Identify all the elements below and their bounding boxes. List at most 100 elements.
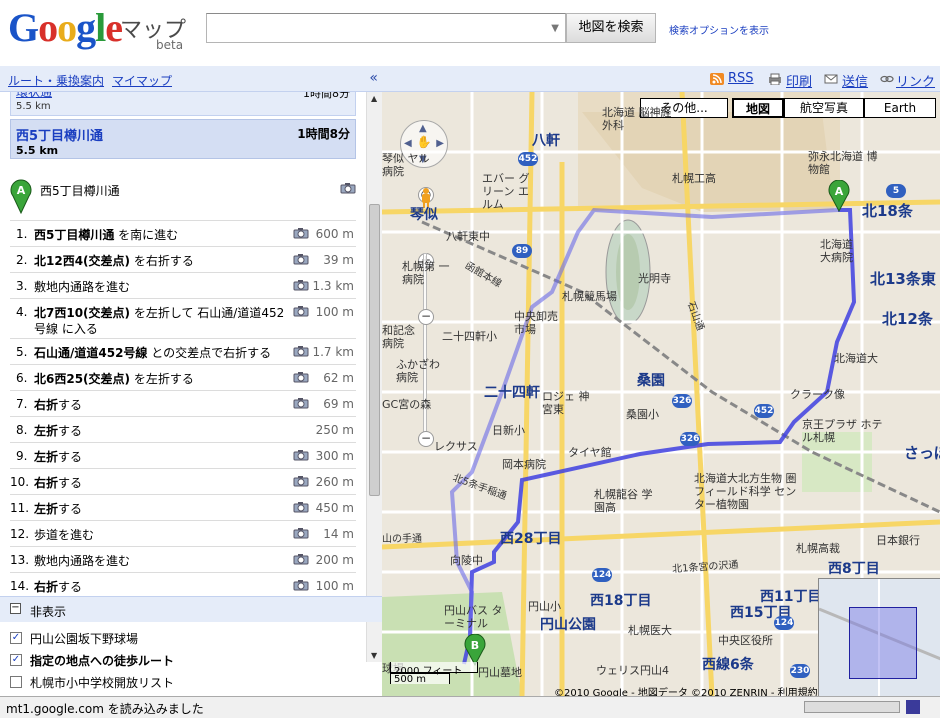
direction-step[interactable]: 7. 右折する 69 m: [10, 390, 356, 416]
step-text-rest: を右折する: [130, 254, 194, 268]
scrollbar[interactable]: ▲ ▼: [366, 92, 382, 662]
direction-step[interactable]: 5. 石山通/道道452号線 との交差点で右折する 1.7 km: [10, 338, 356, 364]
map-label-nijuyonken: 二十四軒: [484, 385, 540, 401]
pan-up-icon[interactable]: ▲: [419, 123, 427, 134]
layer-checkbox[interactable]: ✓: [10, 632, 22, 644]
security-icon: [906, 700, 920, 714]
overview-viewport[interactable]: [849, 607, 917, 679]
rss-link[interactable]: RSS: [728, 71, 754, 86]
map-label-clark: クラーク像: [790, 388, 845, 401]
direction-step[interactable]: 10. 右折する 260 m: [10, 468, 356, 494]
direction-step[interactable]: 8. 左折する 250 m: [10, 416, 356, 442]
tab-my-maps[interactable]: マイマップ: [112, 72, 172, 89]
hidden-section-header[interactable]: − 非表示: [0, 596, 382, 622]
camera-icon[interactable]: [293, 449, 309, 461]
map-label-hokudai: 北海道大: [834, 352, 878, 365]
rss-icon: [710, 73, 724, 85]
route-shield: 124: [774, 616, 794, 630]
step-text-bold: 北6西25(交差点): [34, 372, 131, 386]
pan-left-icon[interactable]: ◀: [404, 138, 412, 149]
scroll-down-icon[interactable]: ▼: [371, 651, 377, 660]
collapse-panel-button[interactable]: «: [369, 70, 378, 86]
link-link[interactable]: リンク: [896, 71, 935, 90]
scrollbar-thumb[interactable]: [369, 204, 380, 496]
camera-icon[interactable]: [293, 579, 309, 591]
camera-icon[interactable]: [293, 371, 309, 383]
map-label-sapporo-kogyo: 札幌工高: [672, 172, 716, 185]
camera-icon[interactable]: [293, 553, 309, 565]
camera-icon[interactable]: [293, 227, 309, 239]
route-alternative-2-selected[interactable]: 西5丁目樽川通 1時間8分 5.5 km: [10, 119, 356, 159]
direction-step[interactable]: 9. 左折する 300 m: [10, 442, 356, 468]
scroll-up-icon[interactable]: ▲: [371, 94, 377, 103]
map-type-earth-button[interactable]: Earth: [864, 98, 936, 118]
collapse-toggle-icon[interactable]: −: [10, 603, 21, 614]
map-type-satellite-button[interactable]: 航空写真: [784, 98, 864, 118]
step-text-bold: 右折: [34, 398, 59, 412]
direction-step[interactable]: 1. 西5丁目樽川通 を南に進む 600 m: [10, 220, 356, 246]
camera-icon[interactable]: [293, 475, 309, 487]
step-distance: 62 m: [323, 371, 354, 385]
step-text-bold: 北12西4(交差点): [34, 254, 131, 268]
chevron-down-icon[interactable]: ▼: [551, 23, 559, 34]
map-label-sapporo-kotokoukou: 札幌高裁: [796, 542, 840, 555]
pan-right-icon[interactable]: ▶: [436, 138, 444, 149]
camera-icon[interactable]: [293, 345, 309, 357]
step-distance: 200 m: [315, 553, 354, 567]
layer-item[interactable]: ✓ 指定の地点への徒歩ルート: [10, 652, 360, 670]
direction-step[interactable]: 12. 歩道を進む 14 m: [10, 520, 356, 546]
header: Google マップ beta ▼ 地図を検索 検索オプションを表示: [0, 0, 940, 66]
start-marker-icon[interactable]: A: [828, 180, 850, 212]
send-link[interactable]: 送信: [842, 71, 868, 90]
direction-step[interactable]: 11. 左折する 450 m: [10, 494, 356, 520]
map-type-map-button[interactable]: 地図: [732, 98, 784, 118]
map-copyright: ©2010 Google - 地図データ ©2010 ZENRIN - 利用規約: [554, 688, 818, 696]
direction-step[interactable]: 3. 敷地内通路を進む 1.3 km: [10, 272, 356, 298]
map-label-sapporo-dai-byoin: 札幌第 一病院: [402, 260, 450, 286]
layer-item[interactable]: ✓ 円山公園坂下野球場: [10, 630, 360, 648]
zoom-out-button[interactable]: −: [418, 431, 434, 447]
camera-icon[interactable]: [293, 397, 309, 409]
zoom-slider-handle[interactable]: −: [418, 309, 434, 325]
map-label-sapporo-ryukoku: 札幌龍谷 学園高: [594, 488, 653, 514]
map-label-hokudai-botanic: 北海道大北方生物 圏フィールド科学 センター植物園: [694, 472, 797, 511]
camera-icon[interactable]: [293, 253, 309, 265]
map-canvas[interactable]: その他... 地図 航空写真 Earth ▲ ▼ ◀ ▶ ✋ ○ + − − 八…: [382, 92, 940, 696]
layer-checkbox[interactable]: ✓: [10, 654, 22, 666]
print-link[interactable]: 印刷: [786, 71, 812, 90]
layer-checkbox[interactable]: [10, 676, 22, 688]
direction-step[interactable]: 14. 右折する 100 m: [10, 572, 356, 598]
search-button[interactable]: 地図を検索: [566, 13, 656, 43]
map-label-sapporo-keibajo: 札幌競馬場: [562, 290, 617, 303]
layer-item[interactable]: 札幌市小中学校開放リスト: [10, 674, 360, 692]
camera-icon[interactable]: [293, 501, 309, 513]
step-text: 西5丁目樽川通 を南に進む: [34, 227, 289, 243]
route-alternative-1[interactable]: 環状通 5.5 km 1時間8分: [10, 92, 356, 116]
step-text: 敷地内通路を進む: [34, 553, 289, 569]
map-label-sappo: さっぽ: [904, 444, 940, 462]
status-bar: mt1.google.com を読み込みました: [0, 696, 940, 718]
step-text-rest: 歩道を進む: [34, 528, 95, 542]
step-text-rest: する: [58, 424, 83, 438]
start-marker-icon[interactable]: A: [10, 178, 32, 214]
camera-icon[interactable]: [293, 279, 309, 291]
google-logo[interactable]: Google: [8, 8, 123, 48]
route-alternative-distance: 5.5 km: [16, 101, 51, 112]
search-input[interactable]: ▼: [206, 13, 566, 43]
direction-step[interactable]: 2. 北12西4(交差点) を右折する 39 m: [10, 246, 356, 272]
direction-step[interactable]: 6. 北6西25(交差点) を左折する 62 m: [10, 364, 356, 390]
camera-icon[interactable]: [293, 527, 309, 539]
direction-step[interactable]: 13. 敷地内通路を進む 200 m: [10, 546, 356, 572]
camera-icon[interactable]: [340, 182, 356, 194]
direction-step[interactable]: 4. 北7西10(交差点) を左折して 石山通/道道452号線 に入る 100 m: [10, 298, 356, 338]
camera-icon[interactable]: [293, 305, 309, 317]
svg-text:A: A: [835, 185, 844, 198]
map-label-maruyama-bochi: 円山墓地: [478, 666, 522, 679]
overview-map[interactable]: [818, 578, 940, 696]
map-label-nijuyon-sho: 二十四軒小: [442, 330, 497, 343]
map-label-maruyama-bus: 円山バス ターミナル: [444, 604, 503, 630]
tab-routes[interactable]: ルート・乗換案内: [8, 72, 104, 89]
step-number: 14.: [10, 579, 30, 593]
hand-icon[interactable]: ✋: [415, 135, 433, 153]
search-options-link[interactable]: 検索オプションを表示: [669, 22, 769, 37]
